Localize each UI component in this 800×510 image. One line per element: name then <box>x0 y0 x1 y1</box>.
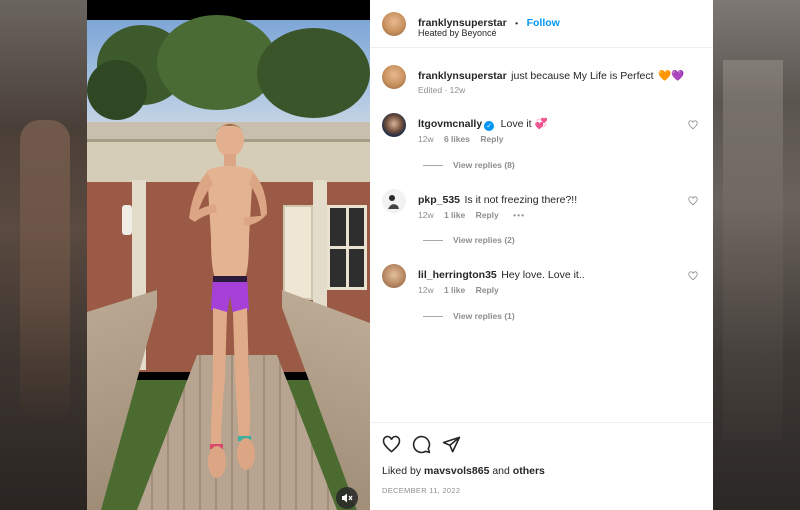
caption-meta: Edited · 12w <box>418 85 466 95</box>
comment: ltgovmcnally ✓ Love it 💞 <box>418 114 548 132</box>
media-tree <box>87 60 147 120</box>
reply-button[interactable]: Reply <box>476 210 499 220</box>
owner-avatar[interactable] <box>382 12 406 36</box>
caption: franklynsuperstar just because My Life i… <box>418 66 703 84</box>
caption-username[interactable]: franklynsuperstar <box>418 70 507 82</box>
caption-avatar[interactable] <box>382 65 406 89</box>
follow-separator: • <box>515 18 519 28</box>
comment-username[interactable]: ltgovmcnally <box>418 118 482 130</box>
media-tree <box>257 28 370 118</box>
comment-panel: franklynsuperstar • Follow Heated by Bey… <box>370 0 713 510</box>
share-icon[interactable] <box>442 435 461 459</box>
liked-by-user[interactable]: mavsvols865 <box>424 465 489 477</box>
comment-username[interactable]: lil_herrington35 <box>418 269 497 281</box>
more-options-icon[interactable]: ••• <box>513 210 525 220</box>
liked-by-others[interactable]: others <box>513 465 545 477</box>
replies-line <box>423 315 443 317</box>
reply-button[interactable]: Reply <box>476 285 499 295</box>
media-window <box>327 205 367 290</box>
caption-emojis: 🧡💜 <box>658 70 685 82</box>
comment-avatar[interactable] <box>382 264 406 288</box>
comment-avatar[interactable] <box>382 113 406 137</box>
follow-button[interactable]: Follow <box>527 17 560 29</box>
liked-by: Liked by mavsvols865 and others <box>382 465 545 477</box>
comment-meta: 12w 1 like Reply ••• <box>418 210 525 220</box>
mute-button[interactable] <box>336 487 358 509</box>
comment-likes[interactable]: 1 like <box>444 285 465 295</box>
comment-username[interactable]: pkp_535 <box>418 194 460 206</box>
media-lamp <box>122 205 132 235</box>
post-date: DECEMBER 11, 2022 <box>382 486 461 495</box>
heart-icon[interactable] <box>382 435 401 459</box>
verified-badge-icon: ✓ <box>484 121 495 131</box>
blurred-background-left <box>0 0 87 510</box>
media-person <box>189 123 267 478</box>
comment-likes[interactable]: 1 like <box>444 210 465 220</box>
post-actions: Liked by mavsvols865 and others DECEMBER… <box>370 422 713 510</box>
like-comment-heart-icon[interactable] <box>688 193 698 211</box>
like-comment-heart-icon[interactable] <box>688 117 698 135</box>
liked-by-prefix: Liked by <box>382 465 422 477</box>
replies-line <box>423 239 443 241</box>
comment-avatar[interactable] <box>382 189 406 213</box>
comment-likes[interactable]: 6 likes <box>444 134 470 144</box>
comment: pkp_535 Is it not freezing there?!! <box>418 190 577 208</box>
comment-age: 12w <box>418 134 434 144</box>
replies-line <box>423 164 443 166</box>
reply-button[interactable]: Reply <box>480 134 503 144</box>
view-replies-label: View replies (8) <box>453 160 515 170</box>
view-replies-label: View replies (2) <box>453 235 515 245</box>
post-header: franklynsuperstar • Follow Heated by Bey… <box>370 0 713 48</box>
like-comment-heart-icon[interactable] <box>688 268 698 286</box>
audio-link[interactable]: Heated by Beyoncé <box>418 28 497 38</box>
comment: lil_herrington35 Hey love. Love it.. <box>418 265 585 283</box>
caption-text: just because My Life is Perfect <box>511 70 654 82</box>
comment-icon[interactable] <box>412 435 431 459</box>
speaker-muted-icon <box>342 493 353 503</box>
liked-by-and: and <box>492 465 510 477</box>
comment-meta: 12w 6 likes Reply <box>418 134 504 144</box>
comment-text: Hey love. Love it.. <box>501 269 585 281</box>
media-door <box>283 205 313 300</box>
comment-age: 12w <box>418 285 434 295</box>
comment-text: Love it 💞 <box>500 118 548 130</box>
view-replies-button[interactable]: View replies (2) <box>423 235 515 245</box>
view-replies-button[interactable]: View replies (8) <box>423 160 515 170</box>
comment-meta: 12w 1 like Reply <box>418 285 499 295</box>
blurred-background-right <box>713 0 800 510</box>
post-media[interactable] <box>87 0 370 510</box>
comment-text: Is it not freezing there?!! <box>464 194 578 206</box>
view-replies-label: View replies (1) <box>453 311 515 321</box>
comment-age: 12w <box>418 210 434 220</box>
view-replies-button[interactable]: View replies (1) <box>423 311 515 321</box>
